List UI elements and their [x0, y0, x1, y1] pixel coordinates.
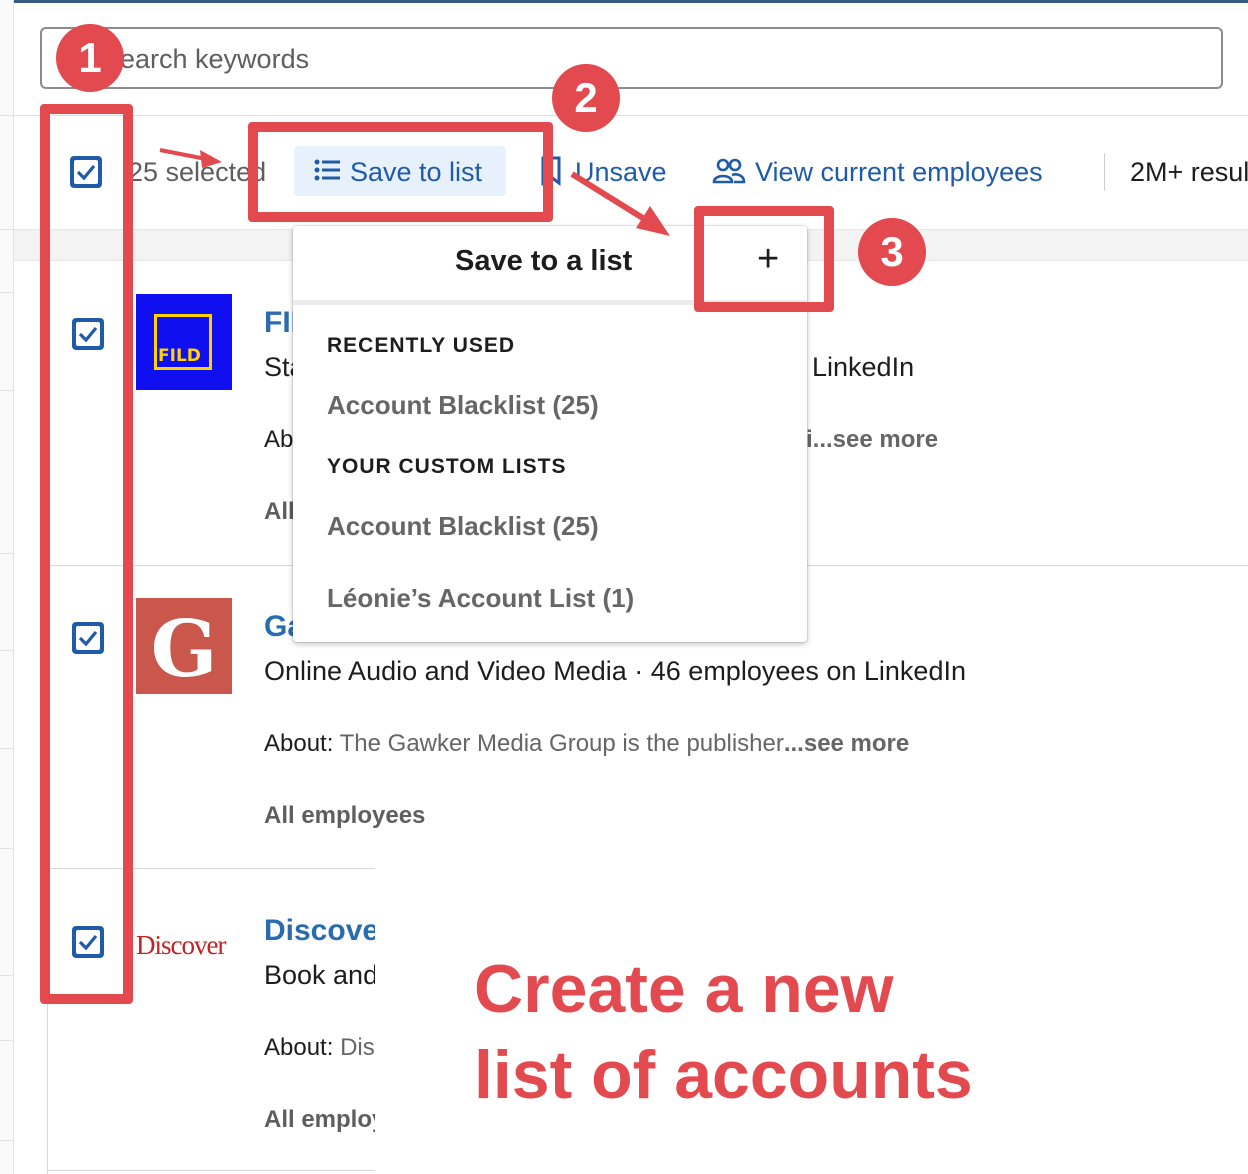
annotation-caption: Create a new list of accounts — [474, 951, 973, 1113]
